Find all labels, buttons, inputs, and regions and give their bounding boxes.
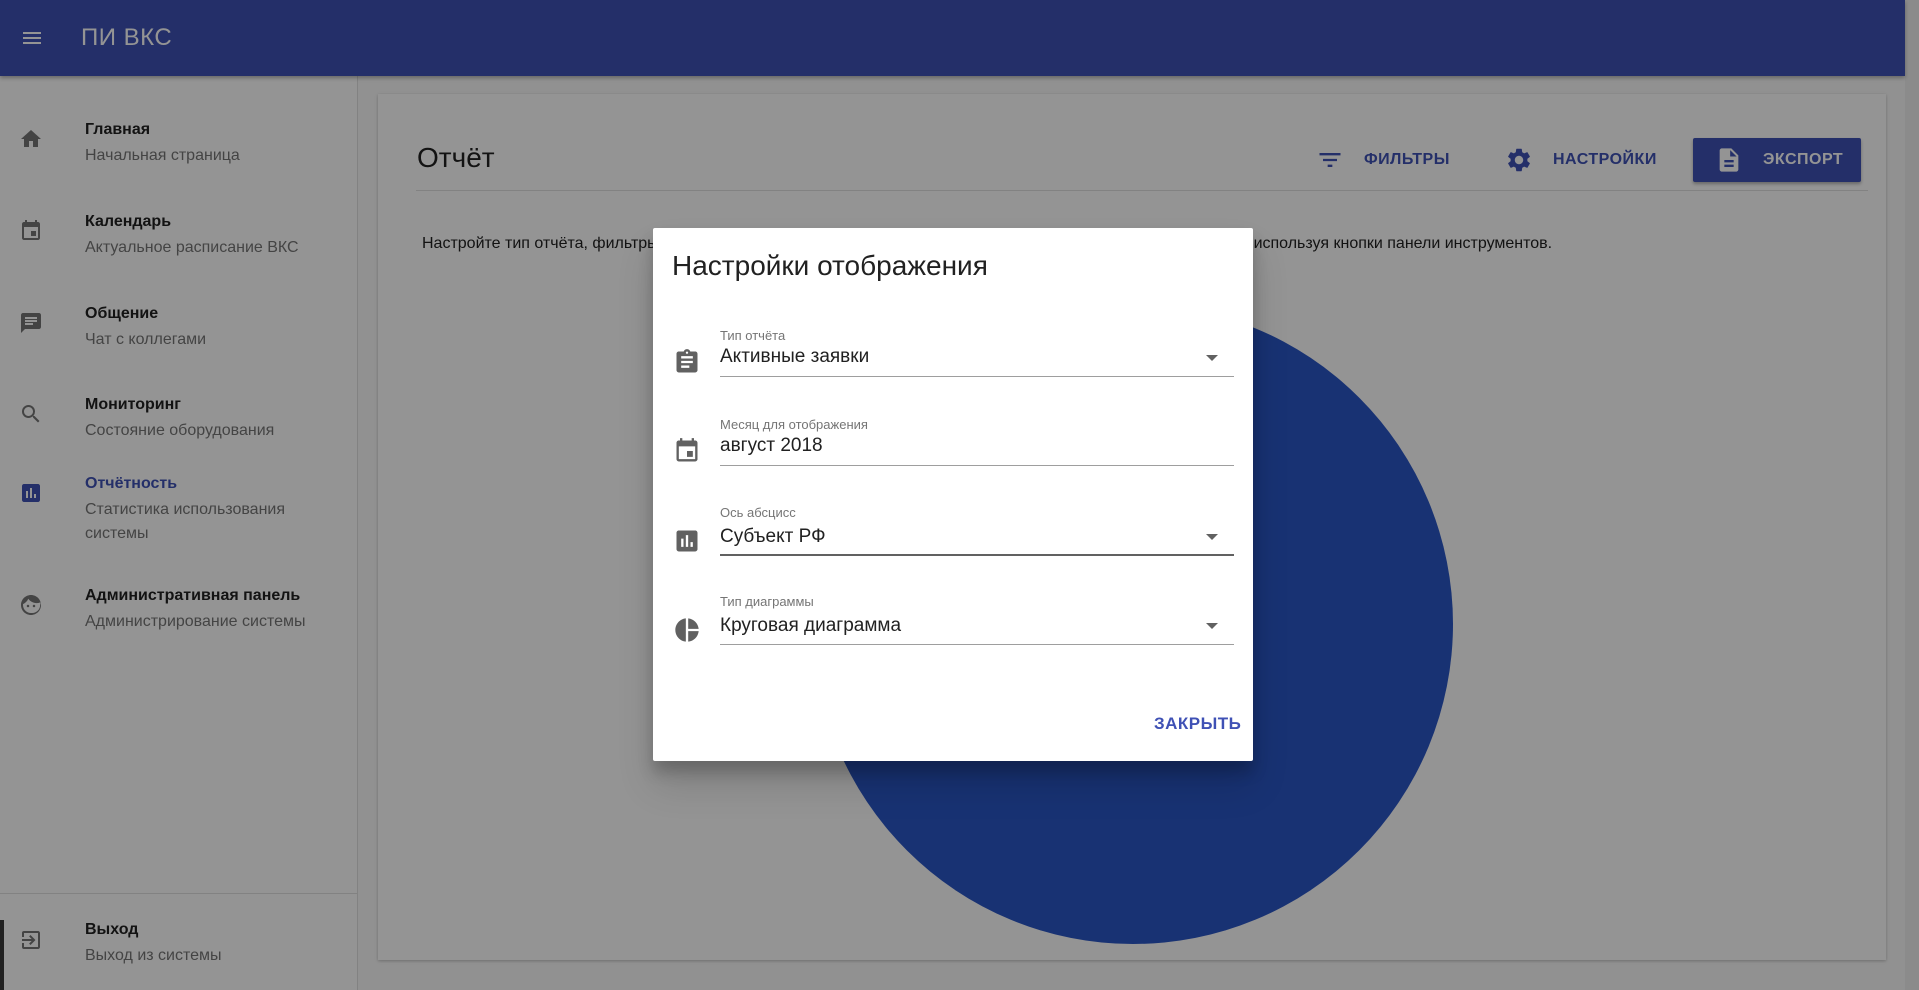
clipboard-icon bbox=[676, 349, 698, 373]
dropdown-arrow-icon bbox=[1206, 534, 1218, 540]
window-edge bbox=[0, 920, 4, 990]
report-type-label: Тип отчёта bbox=[720, 328, 786, 343]
dropdown-arrow-icon bbox=[1206, 355, 1218, 361]
pie-chart-icon bbox=[675, 618, 699, 642]
chart-type-select[interactable]: Тип диаграммы Круговая диаграмма bbox=[653, 594, 1253, 666]
field-underline bbox=[720, 376, 1234, 377]
display-settings-dialog: Настройки отображения Тип отчёта Активны… bbox=[653, 228, 1253, 761]
x-axis-label: Ось абсцисс bbox=[720, 505, 796, 520]
chart-type-label: Тип диаграммы bbox=[720, 594, 814, 609]
calendar-icon bbox=[676, 438, 698, 462]
field-underline bbox=[720, 465, 1234, 466]
month-picker-field[interactable]: Месяц для отображения август 2018 bbox=[653, 417, 1253, 489]
dropdown-arrow-icon bbox=[1206, 623, 1218, 629]
month-label: Месяц для отображения bbox=[720, 417, 868, 432]
field-underline bbox=[720, 554, 1234, 556]
report-type-value: Активные заявки bbox=[720, 346, 870, 367]
x-axis-select[interactable]: Ось абсцисс Субъект РФ bbox=[653, 505, 1253, 577]
field-underline bbox=[720, 644, 1234, 645]
dialog-title: Настройки отображения bbox=[672, 250, 988, 281]
x-axis-value: Субъект РФ bbox=[720, 526, 826, 547]
month-value: август 2018 bbox=[720, 435, 823, 456]
bar-chart-icon bbox=[676, 530, 698, 552]
close-button[interactable]: ЗАКРЫТЬ bbox=[1144, 706, 1251, 742]
report-type-select[interactable]: Тип отчёта Активные заявки bbox=[653, 328, 1253, 400]
chart-type-value: Круговая диаграмма bbox=[720, 615, 902, 636]
